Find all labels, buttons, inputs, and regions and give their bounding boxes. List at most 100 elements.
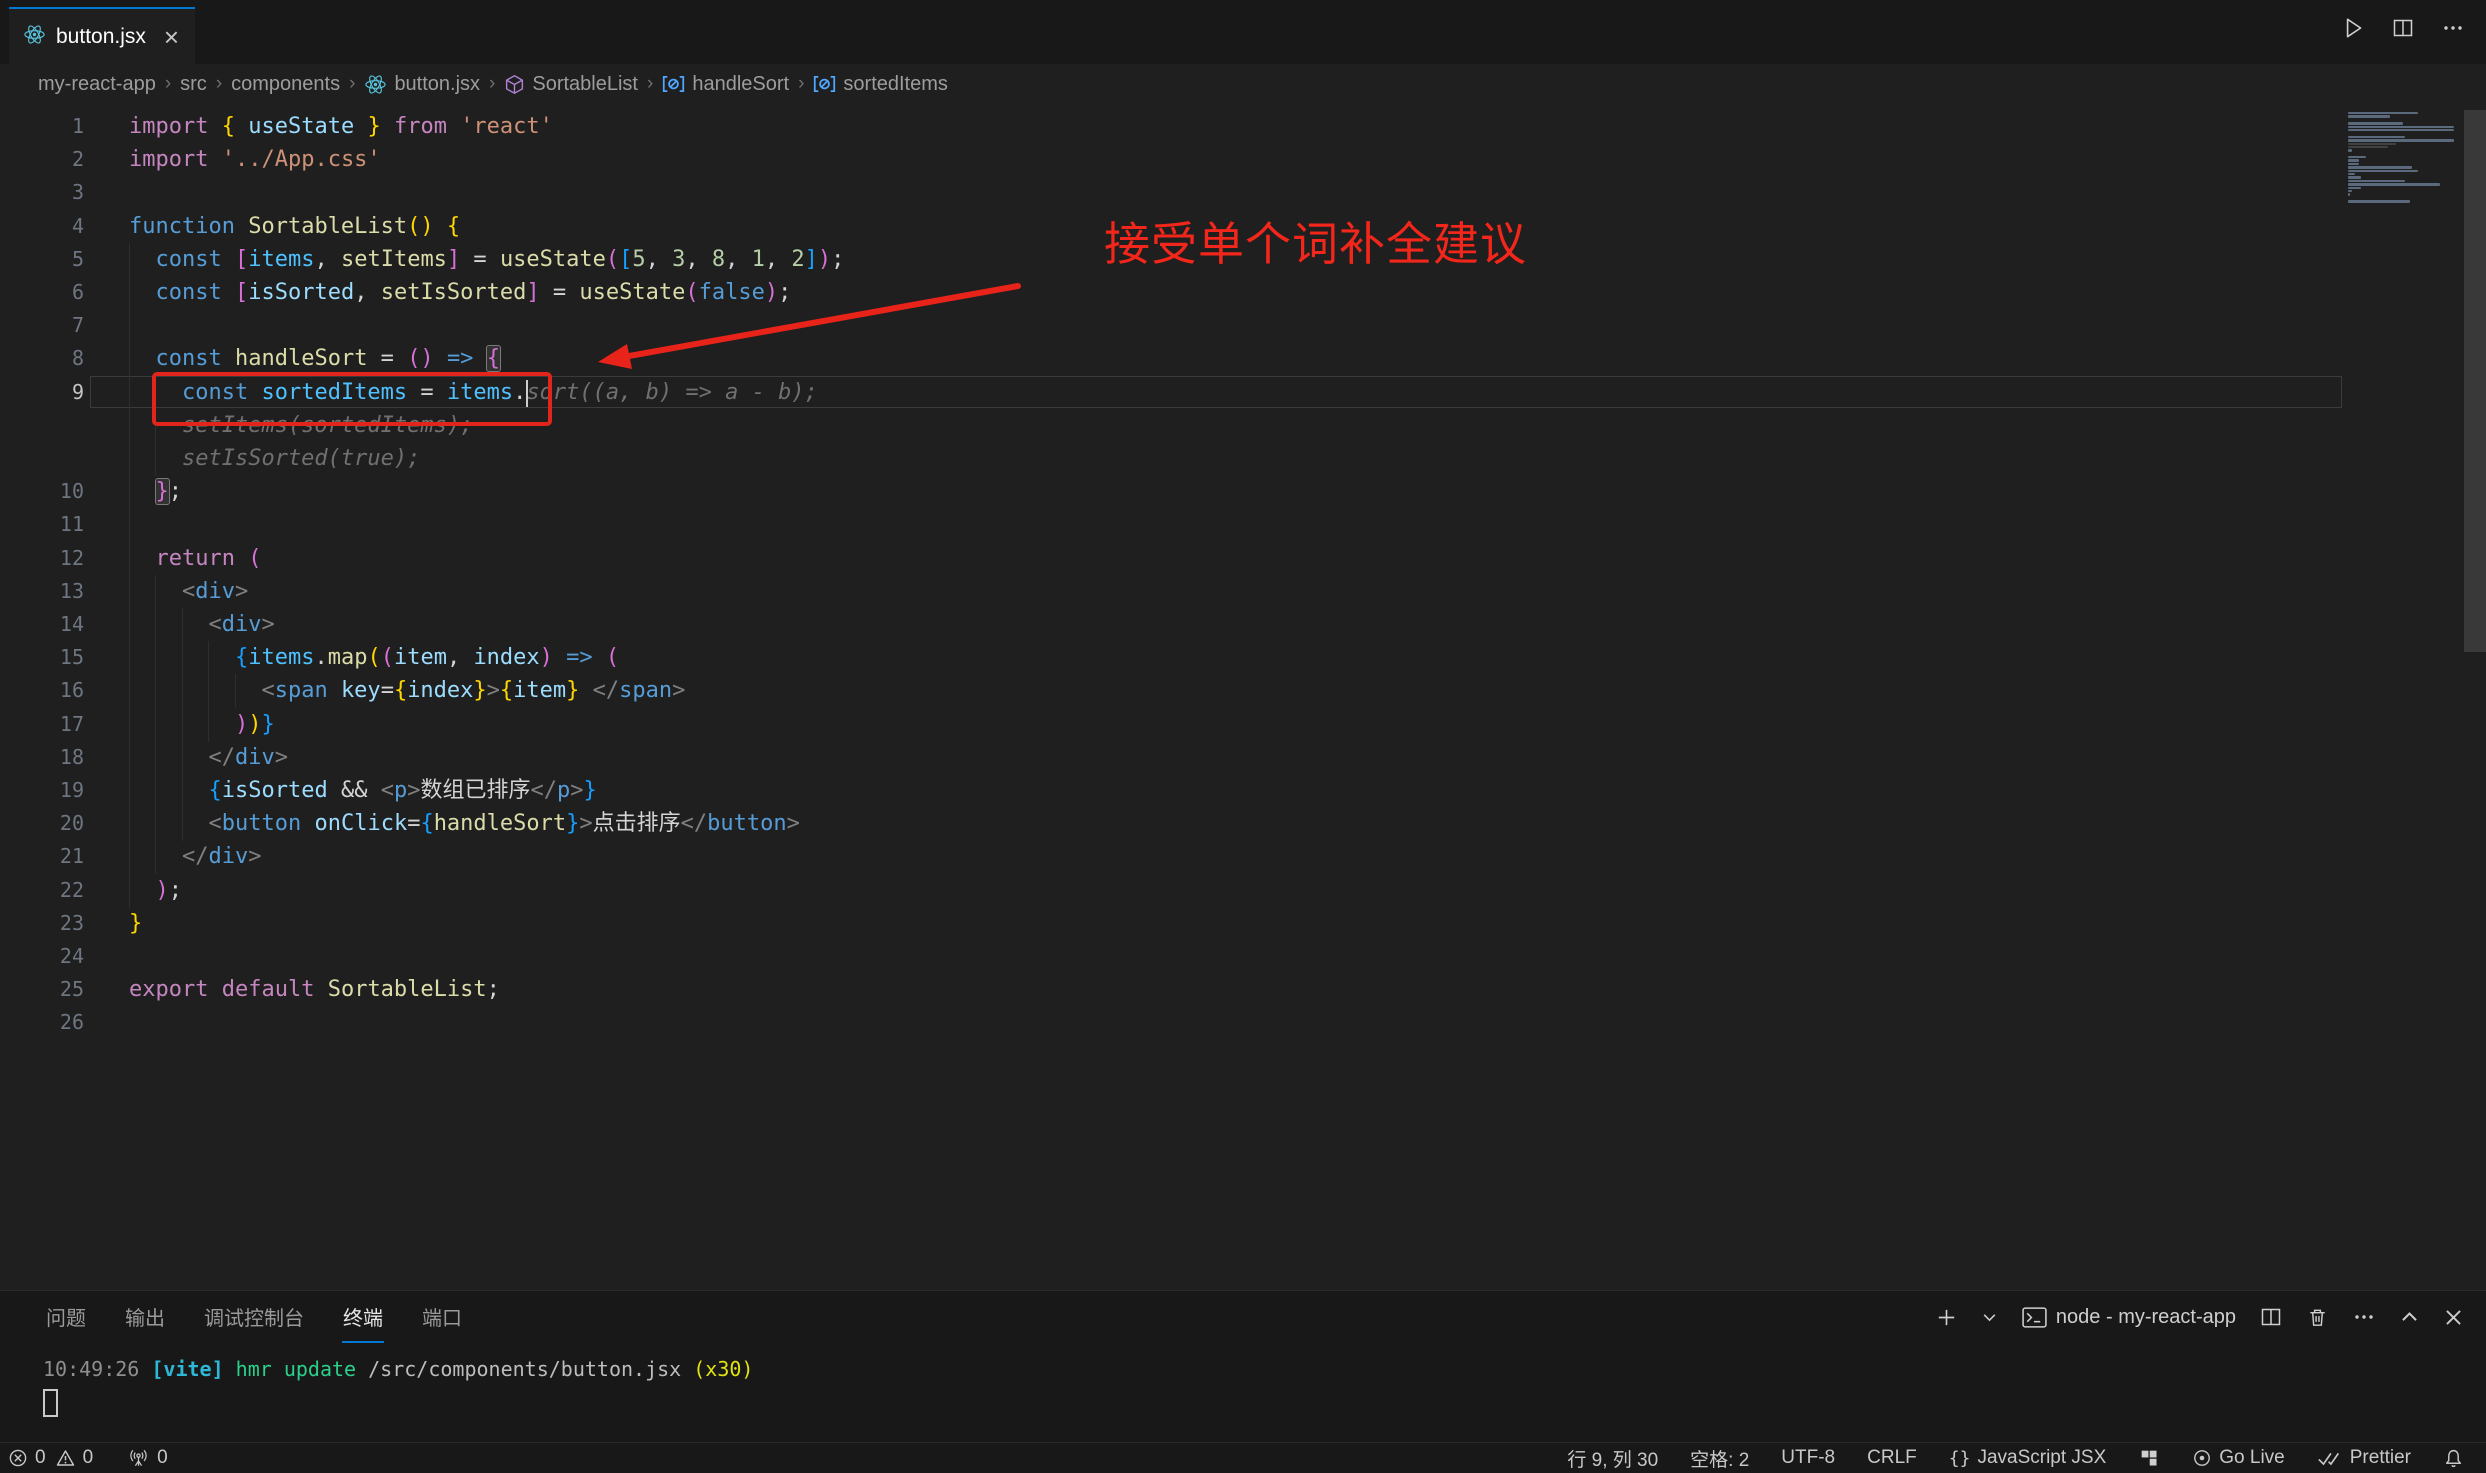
line-number: 21 xyxy=(0,840,84,873)
status-item-label: 0 xyxy=(83,1447,94,1469)
code-line-1[interactable]: 1import { useState } from 'react' xyxy=(0,110,2348,144)
minimap-line xyxy=(2348,200,2410,202)
code-line-14[interactable]: 14 <div> xyxy=(0,608,2348,642)
terminal-dropdown-button[interactable] xyxy=(1981,1309,1998,1326)
ghost-line[interactable]: setIsSorted(true); xyxy=(0,442,2348,476)
ports-count[interactable]: 0 xyxy=(127,1447,168,1469)
code-line-22[interactable]: 22 ); xyxy=(0,874,2348,908)
status-item-label: 0 xyxy=(35,1447,46,1469)
encoding[interactable]: UTF-8 xyxy=(1781,1447,1835,1469)
more-actions-button[interactable] xyxy=(2440,15,2466,41)
breadcrumb-item-my-react-app[interactable]: my-react-app xyxy=(38,73,156,96)
line-number: 3 xyxy=(0,176,84,209)
kill-terminal-button-icon xyxy=(2306,1306,2329,1329)
play-icon xyxy=(2340,15,2366,41)
close-tab-icon[interactable]: × xyxy=(164,27,179,47)
breadcrumb-item-button.jsx[interactable]: button.jsx xyxy=(364,73,480,96)
cursor-position[interactable]: 行 9, 列 30 xyxy=(1567,1445,1658,1472)
split-editor-button[interactable] xyxy=(2390,15,2416,41)
line-number: 6 xyxy=(0,276,84,309)
editor-scrollbar[interactable] xyxy=(2464,110,2486,652)
code-line-21[interactable]: 21 </div> xyxy=(0,840,2348,874)
code-text: <div> xyxy=(129,608,275,641)
go-live[interactable]: Go Live xyxy=(2192,1447,2284,1469)
breadcrumb-item-src[interactable]: src xyxy=(180,73,207,96)
tab-button-jsx[interactable]: button.jsx × xyxy=(9,7,195,64)
ports-count-icon xyxy=(127,1448,150,1469)
breadcrumb-item-sortedItems[interactable]: sortedItems xyxy=(813,73,947,96)
minimap[interactable] xyxy=(2348,112,2460,207)
new-terminal-button[interactable] xyxy=(1935,1306,1958,1329)
code-text: ); xyxy=(129,874,182,907)
status-bar: 0 0 0 行 9, 列 30 空格: 2 UTF-8 CRLF {⁠}JavaScript… xyxy=(0,1442,2486,1473)
status-item-label: UTF-8 xyxy=(1781,1447,1835,1469)
eol[interactable]: CRLF xyxy=(1867,1447,1917,1469)
minimap-line xyxy=(2348,190,2352,192)
panel-tabs: 问题输出调试控制台终端端口 xyxy=(45,1291,463,1343)
maximize-panel-button[interactable] xyxy=(2399,1307,2420,1328)
code-line-25[interactable]: 25export default SortableList; xyxy=(0,973,2348,1007)
code-line-24[interactable]: 24 xyxy=(0,940,2348,974)
code-line-13[interactable]: 13 <div> xyxy=(0,575,2348,609)
code-text: const handleSort = () => { xyxy=(129,342,500,375)
code-text: <button onClick={handleSort}>点击排序</butto… xyxy=(129,807,800,840)
minimap-line xyxy=(2348,156,2366,158)
terminal-title: node - my-react-app xyxy=(2056,1306,2236,1329)
minimap-line xyxy=(2348,170,2418,172)
code-text: {isSorted && <p>数组已排序</p>} xyxy=(129,774,597,807)
code-line-17[interactable]: 17 ))} xyxy=(0,708,2348,742)
code-line-2[interactable]: 2import '../App.css' xyxy=(0,143,2348,177)
indentation[interactable]: 空格: 2 xyxy=(1690,1445,1749,1472)
panel-tab-终端[interactable]: 终端 xyxy=(342,1291,384,1343)
tab-bar: button.jsx × xyxy=(0,0,2486,64)
breadcrumb: my-react-app›src›components›button.jsx›S… xyxy=(0,64,2486,104)
breadcrumb-label: sortedItems xyxy=(843,73,947,96)
code-line-16[interactable]: 16 <span key={index}>{item} </span> xyxy=(0,674,2348,708)
panel-tab-问题[interactable]: 问题 xyxy=(45,1291,87,1343)
breadcrumb-item-SortableList[interactable]: SortableList xyxy=(504,73,638,96)
line-number: 11 xyxy=(0,508,84,541)
code-line-15[interactable]: 15 {items.map((item, index) => ( xyxy=(0,641,2348,675)
warnings-count[interactable]: 0 xyxy=(55,1447,94,1469)
prettier[interactable]: Prettier xyxy=(2317,1447,2411,1469)
kill-terminal-button[interactable] xyxy=(2306,1306,2329,1329)
code-editor[interactable]: 1import { useState } from 'react'2import… xyxy=(0,104,2486,1290)
notifications-bell[interactable] xyxy=(2443,1448,2464,1469)
status-item-label: 空格: 2 xyxy=(1690,1445,1749,1472)
code-line-12[interactable]: 12 return ( xyxy=(0,542,2348,576)
code-line-23[interactable]: 23} xyxy=(0,907,2348,941)
panel-tab-调试控制台[interactable]: 调试控制台 xyxy=(203,1291,305,1343)
panel-tab-端口[interactable]: 端口 xyxy=(421,1291,463,1343)
close-panel-button[interactable] xyxy=(2443,1307,2464,1328)
line-number: 9 xyxy=(0,376,84,409)
code-line-11[interactable]: 11 xyxy=(0,508,2348,542)
panel-tab-输出[interactable]: 输出 xyxy=(124,1291,166,1343)
notifications-bell-icon xyxy=(2443,1448,2464,1469)
split-terminal-button[interactable] xyxy=(2259,1305,2283,1329)
minimap-line xyxy=(2348,180,2405,182)
extension-blocks-icon xyxy=(2138,1447,2160,1469)
code-line-26[interactable]: 26 xyxy=(0,1006,2348,1040)
code-line-6[interactable]: 6 const [isSorted, setIsSorted] = useSta… xyxy=(0,276,2348,310)
breadcrumb-item-handleSort[interactable]: handleSort xyxy=(662,73,789,96)
split-icon xyxy=(2391,16,2415,40)
breadcrumb-item-components[interactable]: components xyxy=(231,73,340,96)
code-line-3[interactable]: 3 xyxy=(0,176,2348,210)
code-line-10[interactable]: 10 }; xyxy=(0,475,2348,509)
code-line-20[interactable]: 20 <button onClick={handleSort}>点击排序</bu… xyxy=(0,807,2348,841)
terminal-profile[interactable]: node - my-react-app xyxy=(2021,1305,2236,1330)
run-button[interactable] xyxy=(2340,15,2366,41)
code-line-18[interactable]: 18 </div> xyxy=(0,741,2348,775)
react-symbol-icon xyxy=(364,73,387,96)
language-mode[interactable]: {⁠}JavaScript JSX xyxy=(1949,1447,2107,1469)
extension-blocks[interactable] xyxy=(2138,1447,2160,1469)
errors-count[interactable]: 0 xyxy=(8,1447,46,1469)
code-line-19[interactable]: 19 {isSorted && <p>数组已排序</p>} xyxy=(0,774,2348,808)
code-line-7[interactable]: 7 xyxy=(0,309,2348,343)
react-file-icon xyxy=(23,23,46,46)
line-number: 1 xyxy=(0,110,84,143)
line-number: 10 xyxy=(0,475,84,508)
line-number: 20 xyxy=(0,807,84,840)
terminal-more-button[interactable] xyxy=(2352,1305,2376,1329)
code-text: {items.map((item, index) => ( xyxy=(129,641,619,674)
